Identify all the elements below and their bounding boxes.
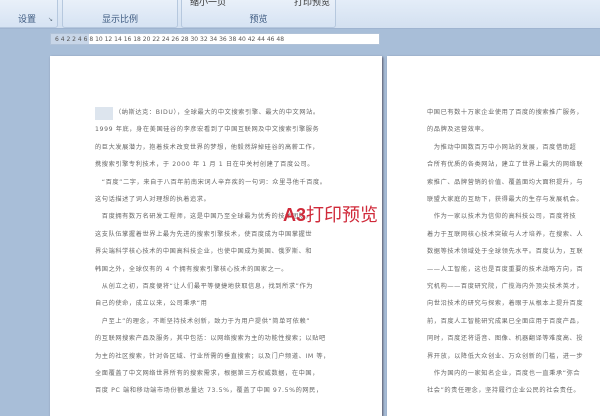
print-preview-button[interactable]: 打印预览 xyxy=(294,0,330,8)
text-line: 联盟大家庭的互助下，获得最大的生存与发展机会。 xyxy=(427,196,584,203)
group-label-preview: 预览 xyxy=(249,15,268,25)
page-setup-group: 设置 ↘ xyxy=(0,0,58,28)
dialog-launcher-icon[interactable]: ↘ xyxy=(48,16,53,23)
text-line: 百度拥有数万名研发工程师，这是中国乃至全球最为优秀的技术团队， xyxy=(95,213,313,221)
text-line: 韩国之外，全球仅有的 4 个拥有搜索引擎核心技术的国家之一。 xyxy=(95,265,288,273)
shrink-one-page-button[interactable]: 缩小一页 xyxy=(190,0,226,8)
text-line: 为推动中国数百万中小网站的发展，百度借助超 xyxy=(427,143,577,151)
text-line: 前，百度人工智能研究成果已全面应用于百度产品， xyxy=(427,317,584,325)
text-line: 携搜索引擎专利技术，于 2000 年 1 月 1 日在中关村创建了百度公司。 xyxy=(95,161,315,169)
text-line: （纳斯达克：BIDU），全球最大的中文搜索引擎、最大的中文网站。 xyxy=(115,109,320,116)
text-line: ——人工智能，这也是百度重要的技术战略方向，百 xyxy=(427,265,584,273)
text-line: 界开放，以降低大众创业、万众创新的门槛，进一步 xyxy=(427,352,584,360)
text-line: 从创立之初，百度便将“让人们最平等便捷地获取信息，找到所求”作为 xyxy=(95,283,314,290)
text-line: 的互联网搜索产品及服务，其中包括：以网络搜索为主的功能性搜索；以贴吧 xyxy=(95,335,326,343)
text-line: 作为国内的一家知名企业，百度也一直秉承“弥合 xyxy=(427,370,581,377)
text-line: 全面覆盖了中文网络世界所有的搜索需求，根据第三方权威数据，在中国， xyxy=(95,370,319,377)
text-line: 合所有优质的各类网站，建立了世界上最大的网络联 xyxy=(427,161,584,169)
text-line: 向世沿技术的研究与探索，着眼于从根本上提升百度 xyxy=(427,300,584,308)
text-line: 作为一家以技术为信仰的高科技公司，百度将技 xyxy=(427,213,577,221)
preview-group: 缩小一页 打印预览 预览 xyxy=(181,0,336,28)
text-line: 究机构——百度研究院，广揽海内外顶尖技术英才， xyxy=(427,283,584,290)
text-line: 中国已有数十万家企业使用了百度的搜索推广服务， xyxy=(427,109,584,116)
text-line: 界尖端科学核心技术的中国高科技企业，也使中国成为美国、俄罗斯、和 xyxy=(95,248,313,256)
text-line: 数据等技术领域处于全球领先水平。百度认为，互联 xyxy=(427,248,584,256)
ribbon: 设置 ↘ 显示比例 缩小一页 打印预览 预览 xyxy=(0,0,600,29)
text-line: 1999 年底，身在美国硅谷的李彦宏看到了中国互联网及中文搜索引擎服务 xyxy=(95,126,320,134)
text-line: 着力于互联网核心技术突破与人才培养，在搜索、人 xyxy=(427,230,584,238)
text-line: 户至上”的理念，不断坚持技术创新，致力于为用户提供“简单可依赖” xyxy=(95,317,311,325)
blurred-text xyxy=(95,107,113,120)
text-line: 的品牌及运营效率。 xyxy=(427,126,489,134)
text-line: 的巨大发展潜力，抱着技术改变世界的梦想，他毅然辞掉硅谷的高薪工作， xyxy=(95,143,319,151)
text-line: 这支队伍掌握着世界上最为先进的搜索引擎技术，使百度成为中国掌握世 xyxy=(95,230,313,238)
text-line: 自己的使命，成立以来，公司秉承“用 xyxy=(95,300,208,308)
text-line: 同时，百度还将语音、图像、机器翻译等难度高、投 xyxy=(427,335,584,343)
text-line: 索推广、品牌营销的价值、覆盖面均大面积提升，与 xyxy=(427,178,584,186)
text-line: 社会”的责任理念，坚持履行企业公民的社会责任。 xyxy=(427,387,581,395)
text-line: 这句话描述了词人对理想的执着追求。 xyxy=(95,196,211,203)
text-line: 百度 PC 端和移动端市场份额总量达 73.5%，覆盖了中国 97.5%的网民， xyxy=(95,387,323,395)
zoom-group: 显示比例 xyxy=(62,0,178,28)
horizontal-ruler[interactable]: 6 4 2 2 4 6 8 10 12 14 16 18 20 22 24 26… xyxy=(50,33,380,45)
text-line: “百度”二字，来自于八百年前南宋词人辛弃疾的一句词：众里寻他千百度。 xyxy=(95,178,327,186)
group-label-zoom: 显示比例 xyxy=(101,15,138,25)
watermark-caption: A3打印预览 xyxy=(283,205,379,226)
text-line: 为主的社区搜索，针对各区域、行业所需的垂直搜索；以及门户频道、IM 等， xyxy=(95,352,330,360)
ruler-ticks: 6 4 2 2 4 6 8 10 12 14 16 18 20 22 24 26… xyxy=(55,35,285,43)
